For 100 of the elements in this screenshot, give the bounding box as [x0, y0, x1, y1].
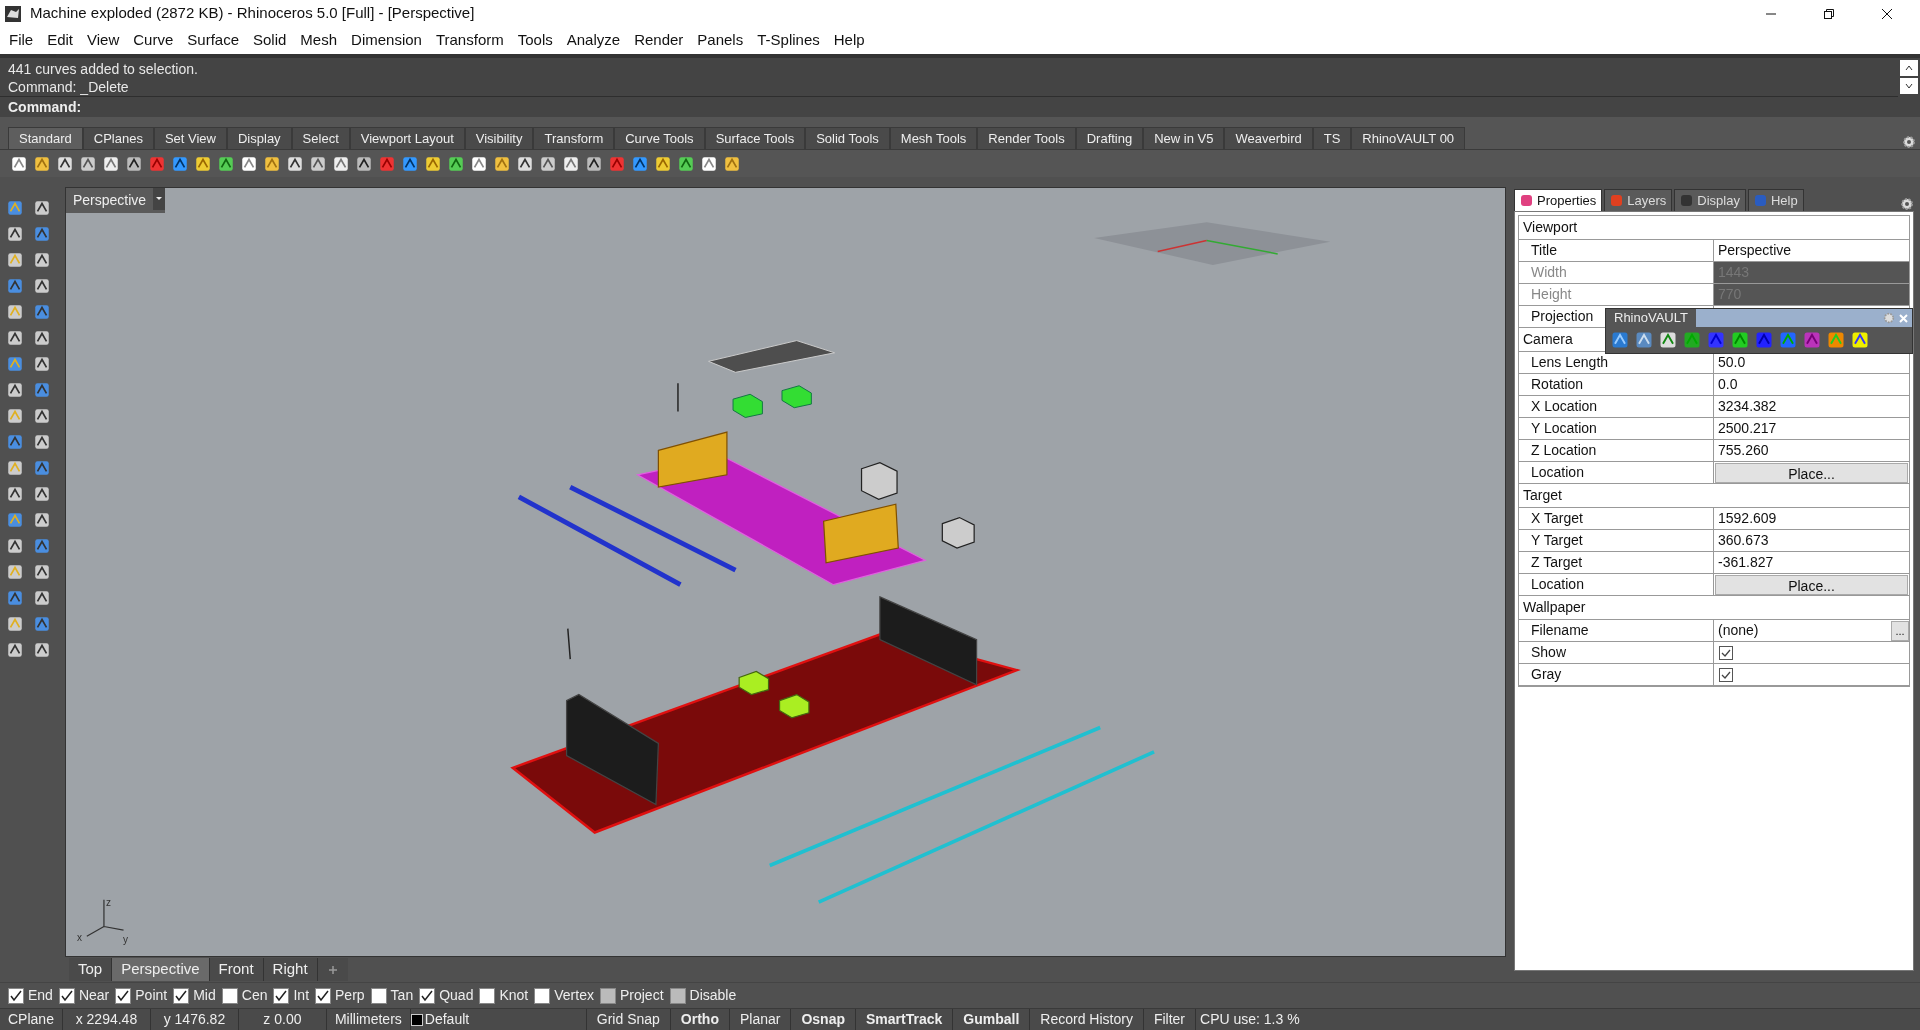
snap-option[interactable]: Tan — [370, 985, 414, 1006]
panel-tab[interactable]: Properties — [1514, 189, 1603, 211]
tool-icon[interactable] — [6, 563, 24, 581]
status-toggle[interactable]: Grid Snap — [586, 1009, 671, 1030]
menu-item[interactable]: Dimension — [344, 29, 429, 52]
tool-icon[interactable] — [424, 154, 442, 173]
tool-icon[interactable] — [6, 407, 24, 425]
tool-icon[interactable] — [6, 433, 24, 451]
tool-icon[interactable] — [56, 154, 74, 173]
add-viewport-icon[interactable] — [317, 958, 348, 982]
checkbox[interactable] — [370, 987, 387, 1004]
checkbox[interactable] — [419, 987, 436, 1004]
snap-option[interactable]: Mid — [173, 985, 216, 1006]
menu-item[interactable]: View — [80, 29, 127, 52]
snap-option[interactable]: Near — [58, 985, 110, 1006]
toolbar-tab[interactable]: New in V5 — [1143, 127, 1225, 149]
toolbar-tab[interactable]: Visibility — [464, 127, 534, 149]
toolbar-tab[interactable]: Mesh Tools — [889, 127, 978, 149]
tool-icon[interactable] — [6, 485, 24, 503]
snap-option[interactable]: Int — [273, 985, 310, 1006]
tool-icon[interactable] — [6, 355, 24, 373]
viewport-tab[interactable]: Perspective — [112, 958, 210, 982]
tool-icon[interactable] — [286, 154, 304, 173]
tool-icon[interactable] — [1634, 330, 1654, 350]
tool-icon[interactable] — [33, 154, 51, 173]
menu-item[interactable]: Surface — [180, 29, 246, 52]
tool-icon[interactable] — [309, 154, 327, 173]
tool-icon[interactable] — [10, 154, 28, 173]
checkbox[interactable] — [1719, 645, 1733, 660]
viewport-tab[interactable]: Top — [69, 958, 113, 982]
tool-icon[interactable] — [1850, 330, 1870, 350]
tool-icon[interactable] — [171, 154, 189, 173]
tool-icon[interactable] — [6, 615, 24, 633]
menu-item[interactable]: Panels — [690, 29, 751, 52]
tool-icon[interactable] — [401, 154, 419, 173]
status-toggle[interactable]: Ortho — [670, 1009, 730, 1030]
toolbar-tab[interactable]: Surface Tools — [704, 127, 806, 149]
status-toggle[interactable]: Osnap — [791, 1009, 856, 1030]
dropdown-caret-icon[interactable] — [153, 188, 166, 210]
toolbar-tab[interactable]: TS — [1312, 127, 1352, 149]
tool-icon[interactable] — [6, 251, 24, 269]
snap-option[interactable]: Knot — [479, 985, 529, 1006]
tool-icon[interactable] — [6, 329, 24, 347]
checkbox[interactable] — [221, 987, 238, 1004]
status-toggle[interactable]: SmartTrack — [856, 1009, 954, 1030]
tool-icon[interactable] — [33, 277, 51, 295]
toolbar-tab[interactable]: Transform — [533, 127, 615, 149]
panel-tab[interactable]: Layers — [1604, 189, 1673, 211]
menu-item[interactable]: Solid — [246, 29, 294, 52]
menu-item[interactable]: T-Splines — [750, 29, 827, 52]
tool-icon[interactable] — [355, 154, 373, 173]
tool-icon[interactable] — [33, 641, 51, 659]
checkbox[interactable] — [479, 987, 496, 1004]
tool-icon[interactable] — [33, 199, 51, 217]
toolbar-tab[interactable]: Set View — [153, 127, 227, 149]
tool-icon[interactable] — [33, 251, 51, 269]
menu-item[interactable]: Analyze — [559, 29, 628, 52]
snap-option[interactable]: Disable — [669, 985, 737, 1006]
toolbar-tab[interactable]: Display — [227, 127, 292, 149]
settings-icon[interactable] — [1902, 135, 1916, 149]
tool-icon[interactable] — [263, 154, 281, 173]
tool-icon[interactable] — [332, 154, 350, 173]
snap-option[interactable]: Project — [599, 985, 664, 1006]
tool-icon[interactable] — [493, 154, 511, 173]
menu-item[interactable]: Transform — [428, 29, 511, 52]
tool-icon[interactable] — [33, 329, 51, 347]
tool-icon[interactable] — [723, 154, 741, 173]
viewport[interactable]: Perspective z x y — [65, 187, 1506, 958]
tool-icon[interactable] — [33, 589, 51, 607]
snap-option[interactable]: Vertex — [534, 985, 594, 1006]
checkbox[interactable] — [273, 987, 290, 1004]
place-button[interactable]: Place... — [1715, 462, 1908, 483]
menu-item[interactable]: Help — [826, 29, 872, 52]
toolbar-tab[interactable]: Drafting — [1075, 127, 1144, 149]
tool-icon[interactable] — [539, 154, 557, 173]
tool-icon[interactable] — [194, 154, 212, 173]
tool-icon[interactable] — [6, 641, 24, 659]
settings-icon[interactable] — [1900, 197, 1914, 211]
toolbar-tab[interactable]: Standard — [8, 127, 83, 149]
checkbox[interactable] — [315, 987, 332, 1004]
tool-icon[interactable] — [1658, 330, 1678, 350]
checkbox[interactable] — [173, 987, 190, 1004]
current-layer[interactable]: Default — [424, 1009, 470, 1030]
menu-item[interactable]: Tools — [510, 29, 560, 52]
tool-icon[interactable] — [33, 303, 51, 321]
tool-icon[interactable] — [79, 154, 97, 173]
status-toggle[interactable]: Planar — [729, 1009, 792, 1030]
menu-item[interactable]: Edit — [40, 29, 81, 52]
menu-item[interactable]: File — [2, 29, 41, 52]
tool-icon[interactable] — [6, 303, 24, 321]
checkbox[interactable] — [8, 987, 24, 1004]
status-toggle[interactable]: Gumball — [953, 1009, 1031, 1030]
toolbar-tab[interactable]: CPlanes — [82, 127, 154, 149]
snap-option[interactable]: End — [8, 985, 53, 1006]
snap-option[interactable]: Quad — [419, 985, 474, 1006]
tool-icon[interactable] — [33, 563, 51, 581]
tool-icon[interactable] — [33, 407, 51, 425]
status-toggle[interactable]: Filter — [1143, 1009, 1197, 1030]
snap-option[interactable]: Cen — [221, 985, 268, 1006]
panel-tab[interactable]: Help — [1747, 189, 1804, 211]
